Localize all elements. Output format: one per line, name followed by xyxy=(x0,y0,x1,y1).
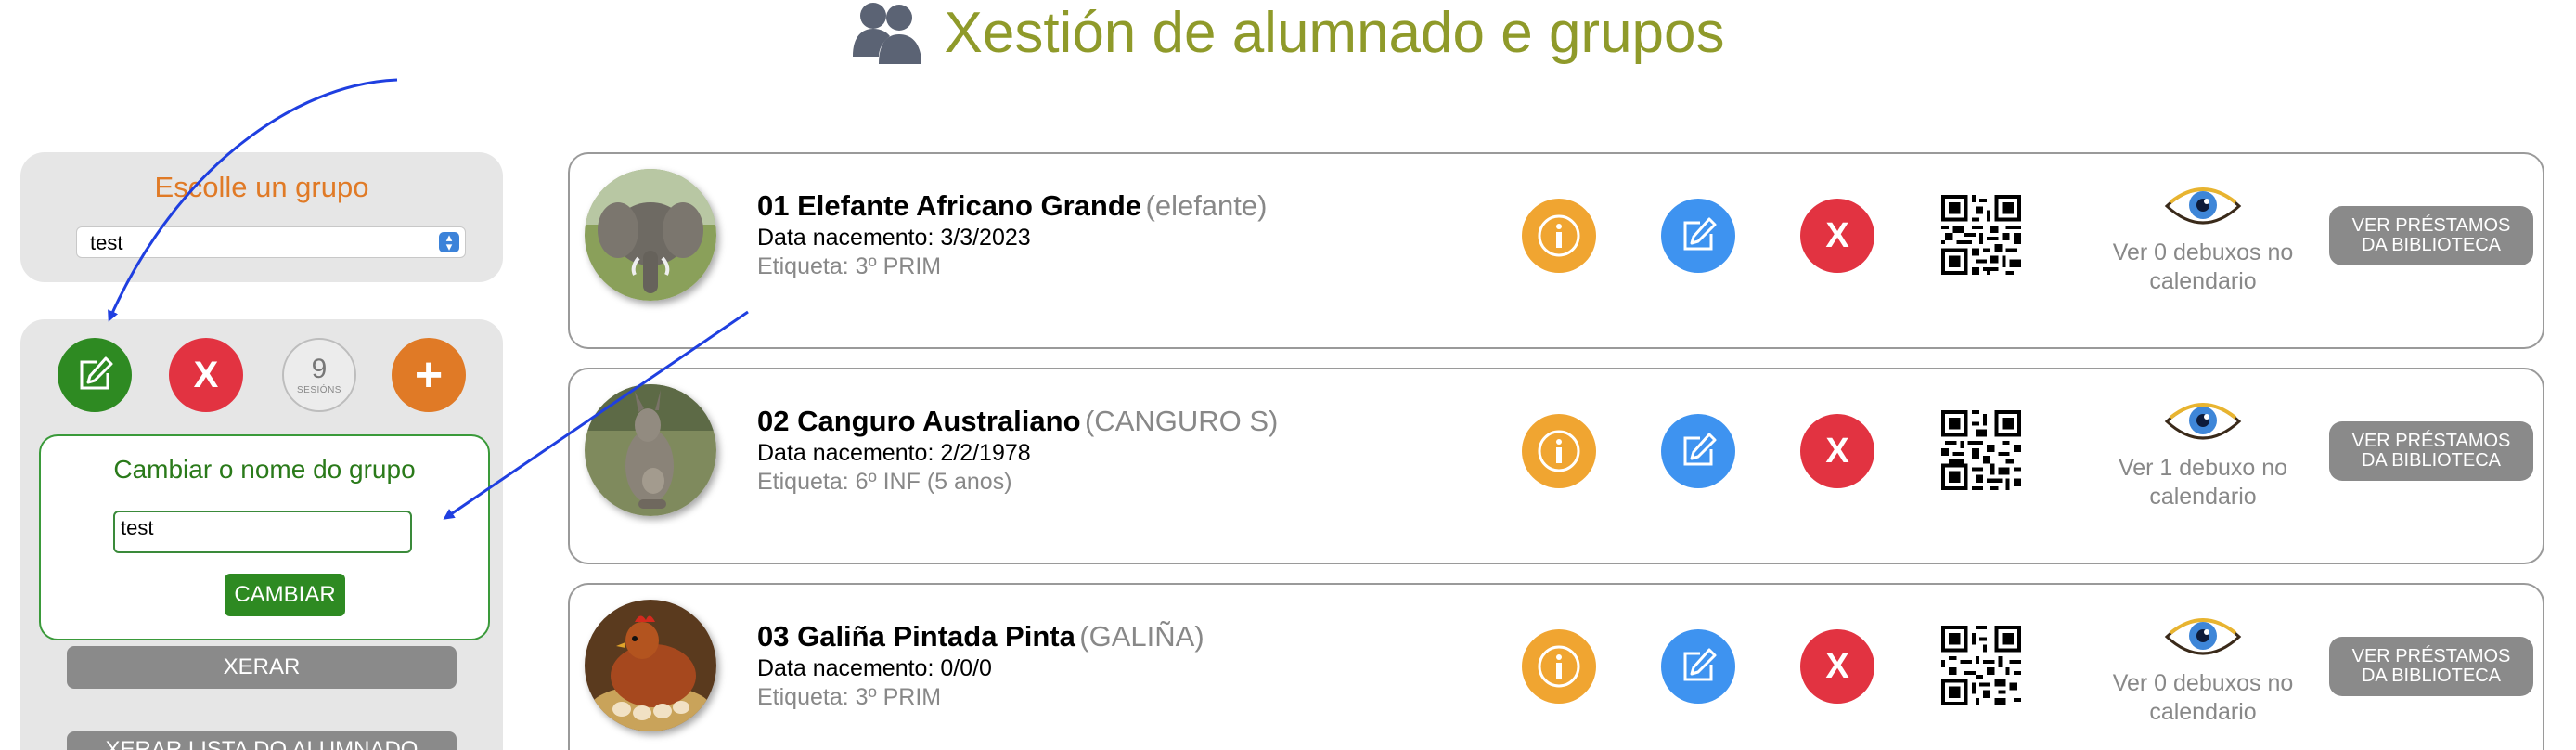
drawings-link[interactable]: Ver 0 debuxos no calendario xyxy=(2092,178,2314,297)
edit-icon xyxy=(80,356,113,390)
info-icon xyxy=(1538,214,1580,257)
generate-student-list-button[interactable]: XERAR LISTA DO ALUMNADO xyxy=(67,731,457,750)
rename-group-title: Cambiar o nome do grupo xyxy=(113,455,416,484)
edit-group-button[interactable] xyxy=(58,338,132,412)
library-loans-button[interactable]: VER PRÉSTAMOS DA BIBLIOTECA xyxy=(2329,421,2533,481)
student-birthdate: Data nacemento: 2/2/1978 xyxy=(757,440,1031,466)
group-name-input[interactable]: test xyxy=(113,511,412,553)
drawings-link[interactable]: Ver 1 debuxo no calendario xyxy=(2092,394,2314,512)
group-actions-panel: X 9 SESIÓNS + Cambiar o nome do grupo te… xyxy=(20,319,503,750)
drawings-link[interactable]: Ver 0 debuxos no calendario xyxy=(2092,609,2314,728)
student-delete-button[interactable]: X xyxy=(1800,414,1874,488)
group-select-value: test xyxy=(90,231,123,254)
x-icon: X xyxy=(1825,215,1849,255)
page-title: Xestión de alumnado e grupos xyxy=(944,1,1725,65)
sessions-badge[interactable]: 9 SESIÓNS xyxy=(282,338,356,412)
student-alias: (elefante) xyxy=(1145,189,1268,222)
qr-code-icon[interactable] xyxy=(1941,195,2021,275)
select-arrows-icon: ▴ ▾ xyxy=(439,231,459,252)
student-alias: (CANGURO S) xyxy=(1084,405,1279,437)
student-card: 01 Elefante Africano Grande (elefante) D… xyxy=(568,152,2544,349)
student-birthdate: Data nacemento: 3/3/2023 xyxy=(757,225,1031,251)
x-icon: X xyxy=(1825,646,1849,686)
student-name: 01 Elefante Africano Grande xyxy=(757,189,1142,222)
plus-icon: + xyxy=(414,348,444,402)
info-icon xyxy=(1538,645,1580,688)
student-avatar-kangaroo xyxy=(585,384,716,516)
drawings-count-text: Ver 0 debuxos no calendario xyxy=(2112,670,2294,726)
student-tag: Etiqueta: 3º PRIM xyxy=(757,253,942,279)
student-card: 02 Canguro Australiano (CANGURO S) Data … xyxy=(568,368,2544,564)
eye-icon xyxy=(2164,188,2242,225)
student-tag: Etiqueta: 3º PRIM xyxy=(757,684,942,710)
student-birthdate: Data nacemento: 0/0/0 xyxy=(757,655,992,681)
group-select-title: Escolle un grupo xyxy=(154,171,369,203)
student-tag: Etiqueta: 6º INF (5 anos) xyxy=(757,469,1012,495)
users-icon xyxy=(853,3,922,64)
student-delete-button[interactable]: X xyxy=(1800,629,1874,704)
student-name: 02 Canguro Australiano xyxy=(757,405,1081,437)
eye-icon xyxy=(2164,403,2242,440)
add-student-button[interactable]: + xyxy=(392,338,466,412)
student-card: 03 Galiña Pintada Pinta (GALIÑA) Data na… xyxy=(568,583,2544,750)
eye-icon xyxy=(2164,618,2242,655)
student-edit-button[interactable] xyxy=(1661,414,1735,488)
page-header: Xestión de alumnado e grupos xyxy=(0,0,2576,67)
student-edit-button[interactable] xyxy=(1661,629,1735,704)
student-avatar-hen xyxy=(585,600,716,731)
x-icon: X xyxy=(1825,431,1849,471)
info-icon xyxy=(1538,430,1580,472)
student-info-button[interactable] xyxy=(1522,199,1596,273)
qr-code-icon[interactable] xyxy=(1941,410,2021,490)
rename-group-box: Cambiar o nome do grupo test CAMBIAR xyxy=(39,434,490,640)
library-loans-button[interactable]: VER PRÉSTAMOS DA BIBLIOTECA xyxy=(2329,637,2533,696)
student-info-button[interactable] xyxy=(1522,414,1596,488)
student-info: 03 Galiña Pintada Pinta (GALIÑA) Data na… xyxy=(757,620,1204,711)
sessions-count: 9 xyxy=(311,353,328,384)
group-select-panel: Escolle un grupo test ▴ ▾ xyxy=(20,152,503,282)
edit-icon xyxy=(1683,217,1717,251)
drawings-count-text: Ver 0 debuxos no calendario xyxy=(2112,239,2294,295)
sessions-label: SESIÓNS xyxy=(297,384,341,395)
qr-code-icon[interactable] xyxy=(1941,626,2021,705)
student-name: 03 Galiña Pintada Pinta xyxy=(757,620,1075,653)
student-info: 02 Canguro Australiano (CANGURO S) Data … xyxy=(757,405,1278,496)
group-select[interactable]: test ▴ ▾ xyxy=(76,226,466,258)
rename-submit-button[interactable]: CAMBIAR xyxy=(225,574,345,616)
generate-button[interactable]: XERAR xyxy=(67,646,457,689)
student-info: 01 Elefante Africano Grande (elefante) D… xyxy=(757,189,1267,280)
student-alias: (GALIÑA) xyxy=(1079,620,1204,653)
library-loans-button[interactable]: VER PRÉSTAMOS DA BIBLIOTECA xyxy=(2329,206,2533,265)
student-info-button[interactable] xyxy=(1522,629,1596,704)
edit-icon xyxy=(1683,433,1717,466)
student-avatar-elephant xyxy=(585,169,716,301)
student-edit-button[interactable] xyxy=(1661,199,1735,273)
edit-icon xyxy=(1683,648,1717,681)
delete-group-button[interactable]: X xyxy=(169,338,243,412)
x-icon: X xyxy=(193,354,219,395)
drawings-count-text: Ver 1 debuxo no calendario xyxy=(2118,455,2288,511)
student-delete-button[interactable]: X xyxy=(1800,199,1874,273)
